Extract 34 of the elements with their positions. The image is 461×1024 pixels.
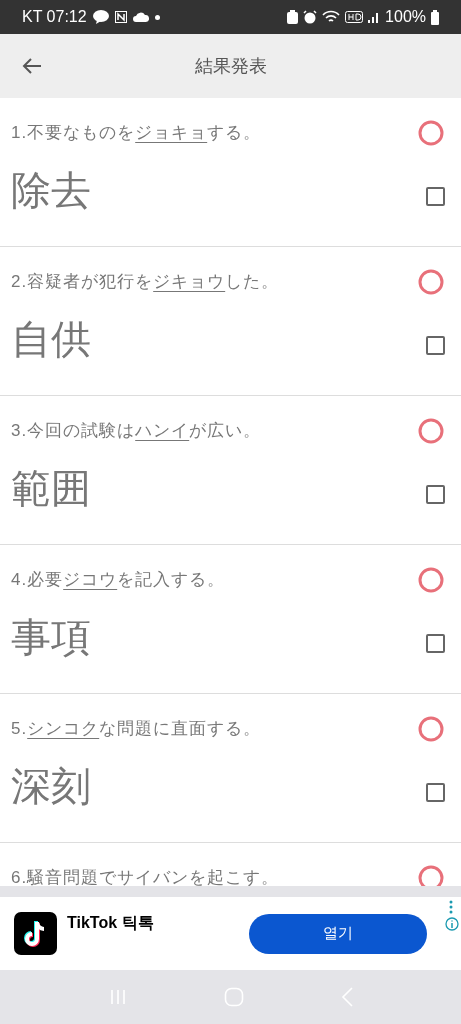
wifi-icon [322,10,341,24]
dot-icon [154,14,160,20]
answer-text: 事項 [11,617,91,657]
answer-text: 自供 [11,319,91,359]
battery-saver-icon [287,10,299,24]
page-title: 結果発表 [194,54,267,78]
alarm-icon [303,10,318,24]
more-icon[interactable] [449,900,453,914]
signal-icon [368,11,381,23]
nfc-icon [114,11,127,23]
question-sentence: 3.今回の試験はハンイ が広い。 [11,420,262,443]
cloud-icon [132,12,149,22]
checkbox[interactable] [426,187,445,206]
battery-icon [431,9,439,25]
checkbox[interactable] [426,634,445,653]
question-sentence: 5.シンコク な問題に直面する。 [11,718,262,741]
question-sentence: 2.容疑者が犯行を ジキョウ した。 [11,271,280,294]
answer-text: 範囲 [11,468,91,508]
battery-percent: 100% [385,7,426,27]
answer-text: 深刻 [11,766,91,806]
app-logo-icon [14,912,57,955]
open-button[interactable]: 열기 [249,913,427,954]
question-sentence: 4.必要ジコウ を記入する。 [11,569,226,592]
ad-app-name: TikTok 틱톡 [67,913,154,933]
question-sentence: 1.不要なものを ジョキョ する。 [11,122,262,145]
status-time: KT 07:12 [22,7,87,27]
hd-icon [345,11,364,23]
answer-text: 除去 [11,170,91,210]
chat-bubble-icon [92,10,109,24]
question-sentence: 6.騒音問題でサイバン を起こす。 [11,867,280,886]
info-icon[interactable] [445,917,459,931]
checkbox[interactable] [426,336,445,355]
checkbox[interactable] [426,783,445,802]
checkbox[interactable] [426,485,445,504]
